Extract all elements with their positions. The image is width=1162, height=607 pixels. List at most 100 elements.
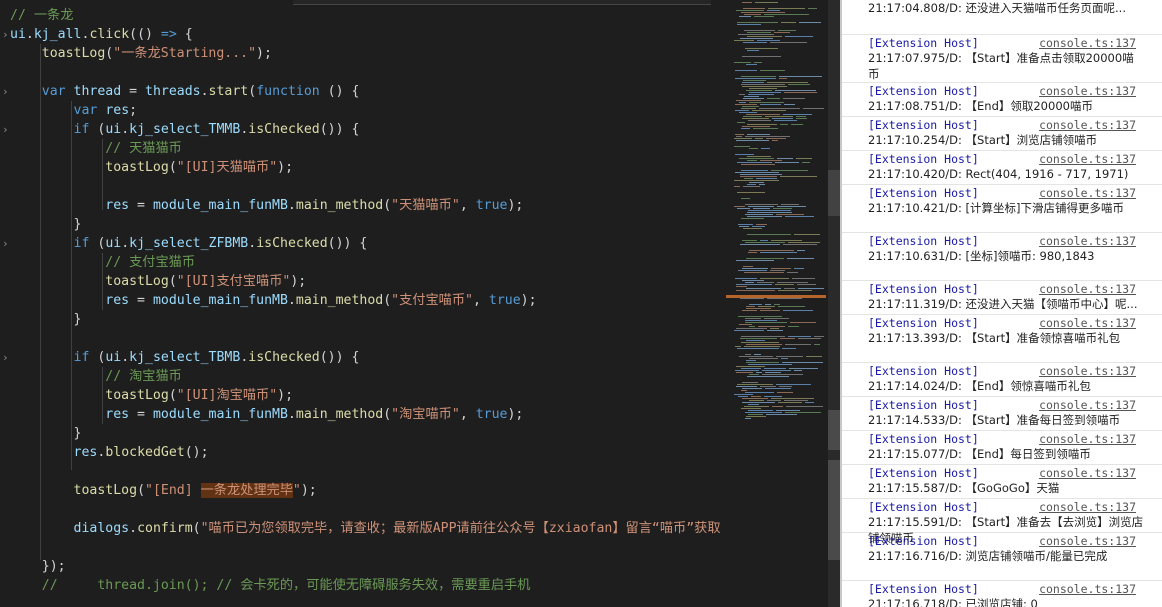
code-line[interactable]: if (ui.kj_select_TMMB.isChecked()) { [10,120,360,139]
log-entry-first: 21:17:04.808/D: 还没进入天猫喵币任务页面呢... [842,0,1162,35]
code-token: module_main_funMB [152,407,288,422]
scrollbar-thumb[interactable] [828,170,840,216]
minimap-line [784,288,795,289]
log-source-link[interactable]: console.ts:137 [1039,152,1136,166]
minimap-line [776,410,800,411]
code-token: "[End] [145,483,201,498]
log-source-link[interactable]: console.ts:137 [1039,316,1136,330]
minimap-line [754,16,774,17]
code-line[interactable]: dialogs.confirm("喵币已为您领取完毕，请查收；最新版APP请前往… [10,519,721,538]
code-line[interactable]: }); [10,557,66,576]
code-line[interactable]: ui.kj_all.click(() => { [10,25,193,44]
minimap-line [777,158,793,159]
code-line[interactable]: res = module_main_funMB.main_method("支付宝… [10,291,536,310]
minimap-line [735,78,776,79]
minimap-line [777,282,808,283]
minimap-line [735,154,754,155]
minimap-line [775,284,794,285]
minimap-line [743,186,760,187]
code-line[interactable]: // 一条龙 [10,6,73,25]
code-line[interactable]: } [10,424,82,443]
minimap-line [765,116,793,117]
minimap-line [790,322,816,323]
code-line[interactable]: if (ui.kj_select_TBMB.isChecked()) { [10,348,360,367]
minimap[interactable] [726,0,826,607]
fold-chevron-icon[interactable]: › [2,82,9,101]
log-source-link[interactable]: console.ts:137 [1039,234,1136,248]
minimap-line [734,394,753,395]
log-entry: [Extension Host] console.ts:137 21:17:15.5… [842,464,1162,499]
code-token: if [73,350,90,365]
log-source-link[interactable]: console.ts:137 [1039,186,1136,200]
code-line[interactable]: // thread.join(); // 会卡死的，可能使无障碍服务失效，需要重… [10,576,531,595]
minimap-line [741,336,785,337]
editor-scrollbar[interactable] [828,0,840,607]
code-line[interactable]: } [10,215,82,234]
code-line[interactable]: // 淘宝猫币 [10,367,182,386]
log-source-link[interactable]: console.ts:137 [1039,500,1136,514]
fold-chevron-icon[interactable]: › [2,120,9,139]
code-token: // 淘宝猫币 [105,369,182,384]
code-line[interactable]: toastLog("[UI]支付宝喵币"); [10,272,306,291]
code-token: ( [89,350,106,365]
log-source-link[interactable]: console.ts:137 [1039,364,1136,378]
minimap-line [741,342,779,343]
log-source-link[interactable]: console.ts:137 [1039,582,1136,596]
minimap-line [747,50,759,51]
code-line[interactable]: var res; [10,101,138,120]
debug-console-panel[interactable]: 21:17:04.808/D: 还没进入天猫喵币任务页面呢... [Extens… [840,0,1162,607]
code-line[interactable]: toastLog("[UI]天猫喵币"); [10,158,293,177]
minimap-line [749,358,778,359]
minimap-line [797,250,805,251]
code-token: = [129,293,153,308]
code-token: main_method [295,198,384,213]
log-source-link[interactable]: console.ts:137 [1039,534,1136,548]
minimap-line [780,124,788,125]
log-source-link[interactable]: console.ts:137 [1039,432,1136,446]
minimap-line [806,356,822,357]
code-editor[interactable]: // 一条龙 ui.kj_all.click(() => { toastLog("… [0,0,726,607]
log-source-link[interactable]: console.ts:137 [1039,398,1136,412]
minimap-line [745,136,790,137]
minimap-line [794,268,804,269]
log-source-link[interactable]: console.ts:137 [1039,84,1136,98]
log-entry: [Extension Host] console.ts:137 21:17:08.7… [842,82,1162,117]
code-token: module_main_funMB [152,198,288,213]
log-source-link[interactable]: console.ts:137 [1039,118,1136,132]
code-token: 一条龙处理完毕 [200,483,293,498]
code-line[interactable]: res = module_main_funMB.main_method("天猫喵… [10,196,523,215]
minimap-line [735,278,757,279]
log-source-link[interactable]: console.ts:137 [1039,36,1136,50]
code-token: . [129,521,138,536]
log-message: 21:17:14.024/D: 【End】领惊喜喵币礼包 [868,379,1091,393]
log-source-link[interactable]: console.ts:137 [1039,466,1136,480]
code-line[interactable]: } [10,310,82,329]
minimap-line [814,344,820,345]
minimap-line [788,84,810,85]
code-line[interactable]: var thread = threads.start(function () { [10,82,360,101]
log-source-link[interactable]: console.ts:137 [1039,282,1136,296]
log-message: 21:17:10.421/D: [计算坐标]下滑店铺得更多喵币 [868,201,1124,215]
code-line[interactable]: toastLog("[End] 一条龙处理完毕"); [10,481,317,500]
minimap-line [745,242,785,243]
code-line[interactable]: toastLog("一条龙Starting..."); [10,44,272,63]
code-line[interactable]: res.blockedGet(); [10,443,209,462]
minimap-line [779,78,787,79]
fold-chevron-icon[interactable]: › [2,25,9,44]
minimap-line [778,290,812,291]
code-line[interactable]: if (ui.kj_select_ZFBMB.isChecked()) { [10,234,368,253]
fold-chevron-icon[interactable]: › [2,348,9,367]
code-token: ( [248,84,257,99]
code-token: isChecked [248,350,320,365]
fold-chevron-icon[interactable]: › [2,234,9,253]
code-line[interactable]: toastLog("[UI]淘宝喵币"); [10,386,293,405]
code-token: ui [105,350,122,365]
minimap-line [760,278,789,279]
minimap-line [754,354,761,355]
code-line[interactable]: // 支付宝猫币 [10,253,195,272]
code-line[interactable]: res = module_main_funMB.main_method("淘宝喵… [10,405,523,424]
code-line[interactable]: // 天猫猫币 [10,139,182,158]
code-token: ); [507,198,524,213]
